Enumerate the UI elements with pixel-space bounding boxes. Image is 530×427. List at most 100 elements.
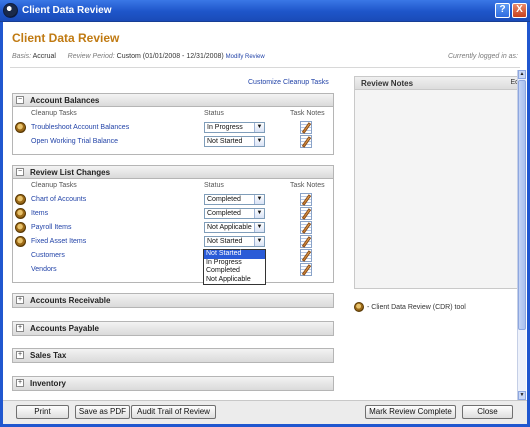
- audit-trail-button[interactable]: Audit Trail of Review: [131, 405, 216, 419]
- window-titlebar: Client Data Review ? X: [0, 0, 530, 22]
- dropdown-option[interactable]: In Progress: [204, 259, 265, 268]
- status-select[interactable]: Completed ▼: [204, 208, 265, 219]
- task-link[interactable]: Items: [31, 210, 48, 217]
- col-status: Status: [204, 182, 224, 189]
- scroll-thumb[interactable]: [518, 80, 526, 330]
- window-title: Client Data Review: [22, 5, 112, 16]
- cdr-tool-icon: [15, 194, 26, 205]
- status-select[interactable]: Not Started ▼: [204, 136, 265, 147]
- cdr-tool-icon: [15, 208, 26, 219]
- task-note-icon[interactable]: [300, 221, 314, 234]
- column-headers: Cleanup Tasks Status Task Notes: [13, 179, 333, 193]
- help-button[interactable]: ?: [495, 3, 510, 18]
- status-value: Completed: [207, 210, 241, 217]
- status-dropdown-list[interactable]: Not Started In Progress Completed Not Ap…: [203, 249, 266, 285]
- accounts-payable-panel[interactable]: + Accounts Payable: [12, 321, 334, 336]
- dropdown-option[interactable]: Completed: [204, 267, 265, 276]
- accounts-receivable-panel[interactable]: + Accounts Receivable: [12, 293, 334, 308]
- review-list-changes-header[interactable]: − Review List Changes: [13, 166, 333, 179]
- period-value: Custom (01/01/2008 - 12/31/2008): [116, 53, 224, 60]
- expand-toggle-icon[interactable]: +: [16, 379, 24, 387]
- close-window-button[interactable]: X: [512, 3, 527, 18]
- col-task-notes: Task Notes: [290, 182, 325, 189]
- col-status: Status: [204, 110, 224, 117]
- mark-review-complete-button[interactable]: Mark Review Complete: [365, 405, 456, 419]
- task-note-icon[interactable]: [300, 249, 314, 262]
- status-select[interactable]: In Progress ▼: [204, 122, 265, 133]
- page-title: Client Data Review: [12, 31, 120, 45]
- task-note-icon[interactable]: [300, 135, 314, 148]
- customize-cleanup-tasks-link[interactable]: Customize Cleanup Tasks: [248, 79, 329, 86]
- task-note-icon[interactable]: [300, 207, 314, 220]
- dropdown-arrow-icon[interactable]: ▼: [254, 123, 264, 132]
- basis-value: Accrual: [32, 53, 56, 60]
- expand-toggle-icon[interactable]: +: [16, 351, 24, 359]
- cdr-tool-icon: [354, 302, 364, 312]
- sales-tax-panel[interactable]: + Sales Tax: [12, 348, 334, 363]
- account-balances-header[interactable]: − Account Balances: [13, 94, 333, 107]
- dropdown-arrow-icon[interactable]: ▼: [254, 237, 264, 246]
- save-as-pdf-button[interactable]: Save as PDF: [75, 405, 130, 419]
- panel-title: Review List Changes: [30, 168, 111, 177]
- close-button[interactable]: Close: [462, 405, 513, 419]
- review-notes-panel[interactable]: Review Notes Ed: [354, 76, 524, 289]
- task-note-icon[interactable]: [300, 263, 314, 276]
- dropdown-arrow-icon[interactable]: ▼: [254, 195, 264, 204]
- legend: - Client Data Review (CDR) tool: [354, 302, 466, 312]
- status-select[interactable]: Not Applicable ▼: [204, 222, 265, 233]
- column-headers: Cleanup Tasks Status Task Notes: [13, 107, 333, 121]
- task-link[interactable]: Vendors: [31, 266, 57, 273]
- logged-in-label: Currently logged in as:: [447, 53, 518, 60]
- print-button[interactable]: Print: [16, 405, 69, 419]
- table-row: Payroll Items Not Applicable ▼: [13, 221, 333, 235]
- vertical-scrollbar[interactable]: ▲ ▼: [517, 70, 526, 400]
- scroll-down-arrow-icon[interactable]: ▼: [518, 391, 526, 400]
- review-notes-header: Review Notes Ed: [355, 77, 523, 90]
- dropdown-arrow-icon[interactable]: ▼: [254, 209, 264, 218]
- dropdown-option[interactable]: Not Applicable: [204, 276, 265, 285]
- status-select[interactable]: Not Started ▼: [204, 236, 265, 247]
- status-value: Completed: [207, 196, 241, 203]
- panel-header[interactable]: + Inventory: [13, 377, 333, 390]
- dropdown-arrow-icon[interactable]: ▼: [254, 137, 264, 146]
- task-note-icon[interactable]: [300, 235, 314, 248]
- review-list-changes-panel: − Review List Changes Cleanup Tasks Stat…: [12, 165, 334, 283]
- panel-header[interactable]: + Accounts Payable: [13, 322, 333, 335]
- account-balances-panel: − Account Balances Cleanup Tasks Status …: [12, 93, 334, 155]
- dropdown-arrow-icon[interactable]: ▼: [254, 223, 264, 232]
- status-select[interactable]: Completed ▼: [204, 194, 265, 205]
- panel-title: Accounts Payable: [30, 324, 99, 333]
- modify-review-link[interactable]: Modify Review: [226, 54, 265, 60]
- task-link[interactable]: Customers: [31, 252, 65, 259]
- task-note-icon[interactable]: [300, 193, 314, 206]
- task-link[interactable]: Payroll Items: [31, 224, 71, 231]
- collapse-toggle-icon[interactable]: −: [16, 168, 24, 176]
- scroll-up-arrow-icon[interactable]: ▲: [518, 70, 526, 79]
- col-cleanup-tasks: Cleanup Tasks: [31, 182, 77, 189]
- table-row: Customers: [13, 249, 333, 263]
- col-task-notes: Task Notes: [290, 110, 325, 117]
- task-link[interactable]: Troubleshoot Account Balances: [31, 124, 129, 131]
- task-link[interactable]: Fixed Asset Items: [31, 238, 86, 245]
- table-row: Vendors: [13, 263, 333, 277]
- status-value: Not Applicable: [207, 224, 252, 231]
- task-note-icon[interactable]: [300, 121, 314, 134]
- task-link[interactable]: Chart of Accounts: [31, 196, 86, 203]
- footer-bar: Print Save as PDF Audit Trail of Review …: [3, 400, 527, 424]
- panel-header[interactable]: + Accounts Receivable: [13, 294, 333, 307]
- cdr-tool-icon: [15, 236, 26, 247]
- dropdown-option[interactable]: Not Started: [204, 250, 265, 259]
- collapse-toggle-icon[interactable]: −: [16, 96, 24, 104]
- status-value: Not Started: [207, 238, 243, 245]
- expand-toggle-icon[interactable]: +: [16, 296, 24, 304]
- panel-title: Inventory: [30, 379, 67, 388]
- table-row: Open Working Trial Balance Not Started ▼: [13, 135, 333, 149]
- expand-toggle-icon[interactable]: +: [16, 324, 24, 332]
- review-info: Basis: Accrual Review Period: Custom (01…: [12, 53, 265, 60]
- inventory-panel[interactable]: + Inventory: [12, 376, 334, 391]
- table-row: Fixed Asset Items Not Started ▼: [13, 235, 333, 249]
- review-notes-title: Review Notes: [361, 79, 414, 88]
- panel-header[interactable]: + Sales Tax: [13, 349, 333, 362]
- task-link[interactable]: Open Working Trial Balance: [31, 138, 118, 145]
- panel-title: Account Balances: [30, 96, 100, 105]
